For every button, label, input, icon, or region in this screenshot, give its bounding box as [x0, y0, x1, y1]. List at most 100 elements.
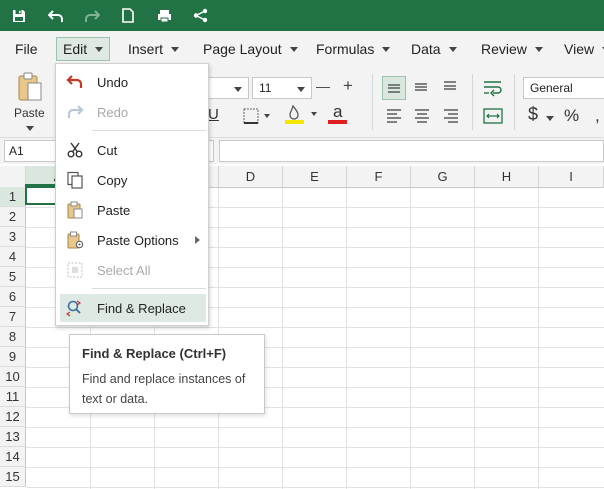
- menu-view[interactable]: View: [558, 37, 604, 61]
- chevron-down-icon[interactable]: [546, 116, 554, 121]
- new-document-icon[interactable]: [110, 0, 146, 31]
- chevron-down-icon: [448, 46, 457, 52]
- scissors-icon: [67, 142, 83, 158]
- menu-data-label: Data: [411, 41, 441, 57]
- copy-icon: [67, 171, 83, 189]
- ribbon-divider: [514, 74, 515, 130]
- select-all-icon: [67, 262, 83, 278]
- column-header-i[interactable]: I: [539, 166, 604, 188]
- row-header-4[interactable]: 4: [0, 247, 26, 267]
- menu-item-paste[interactable]: Paste: [60, 196, 206, 224]
- menu-separator: [92, 130, 206, 131]
- chevron-down-icon: [171, 46, 180, 52]
- grid-line: [26, 327, 604, 328]
- redo-icon: [67, 105, 84, 118]
- percent-button[interactable]: %: [564, 106, 579, 126]
- undo-icon[interactable]: [38, 0, 74, 31]
- grid-line: [26, 487, 604, 488]
- menu-page-layout-label: Page Layout: [203, 41, 282, 57]
- increase-font-button[interactable]: +: [343, 76, 353, 96]
- fill-color-icon: [285, 104, 317, 124]
- chevron-down-icon: [297, 87, 305, 92]
- print-icon[interactable]: [146, 0, 182, 31]
- tooltip-title: Find & Replace (Ctrl+F): [82, 346, 227, 361]
- menu-item-cut[interactable]: Cut: [60, 136, 206, 164]
- font-color-glyph: a: [333, 102, 343, 121]
- menu-item-find-replace[interactable]: Find & Replace: [60, 294, 206, 322]
- menu-item-find-replace-label: Find & Replace: [97, 300, 186, 316]
- column-header-d[interactable]: D: [219, 166, 283, 188]
- grid-line: [410, 188, 411, 489]
- align-left-button[interactable]: [382, 106, 406, 127]
- align-center-button[interactable]: [410, 106, 434, 127]
- tooltip-body: Find and replace instances of text or da…: [82, 372, 246, 406]
- row-header-3[interactable]: 3: [0, 227, 26, 247]
- grid-line: [474, 188, 475, 489]
- column-header-g[interactable]: G: [411, 166, 475, 188]
- menu-insert[interactable]: Insert: [122, 37, 185, 61]
- grid-line: [26, 447, 604, 448]
- align-bottom-button[interactable]: [439, 77, 461, 102]
- menu-item-copy[interactable]: Copy: [60, 166, 206, 194]
- menu-formulas[interactable]: Formulas: [310, 37, 396, 61]
- menu-item-paste-options[interactable]: Paste Options: [60, 226, 206, 254]
- row-header-1[interactable]: 1: [0, 187, 26, 207]
- row-header-9[interactable]: 9: [0, 347, 26, 367]
- menu-review[interactable]: Review: [475, 37, 549, 61]
- menu-separator: [92, 288, 206, 289]
- align-center-icon: [415, 109, 429, 123]
- merge-cells-button[interactable]: [481, 106, 505, 129]
- fill-color-button[interactable]: [285, 104, 321, 129]
- row-header-5[interactable]: 5: [0, 267, 26, 287]
- chevron-right-icon: [195, 236, 200, 244]
- column-header-e[interactable]: E: [283, 166, 347, 188]
- increase-font-glyph: +: [343, 76, 353, 95]
- redo-icon: [74, 0, 110, 31]
- menu-data[interactable]: Data: [405, 37, 463, 61]
- align-left-icon: [387, 109, 401, 123]
- row-header-8[interactable]: 8: [0, 327, 26, 347]
- column-header-f[interactable]: F: [347, 166, 411, 188]
- decrease-font-button[interactable]: —: [316, 78, 330, 94]
- find-replace-tooltip: Find & Replace (Ctrl+F) Find and replace…: [69, 334, 265, 414]
- row-header-10[interactable]: 10: [0, 367, 26, 387]
- chevron-down-icon: [95, 46, 104, 52]
- align-bottom-icon: [444, 81, 456, 90]
- save-icon[interactable]: [12, 0, 38, 31]
- wrap-text-button[interactable]: [481, 77, 505, 102]
- menu-item-undo[interactable]: Undo: [60, 68, 206, 96]
- currency-button[interactable]: $: [528, 104, 538, 125]
- chevron-down-icon: [289, 46, 298, 52]
- select-all-corner[interactable]: [0, 166, 26, 188]
- menu-page-layout[interactable]: Page Layout: [197, 37, 304, 61]
- menu-item-undo-label: Undo: [97, 74, 129, 90]
- row-header-2[interactable]: 2: [0, 207, 26, 227]
- align-top-button[interactable]: [382, 76, 406, 100]
- chevron-down-icon: [534, 46, 543, 52]
- align-right-button[interactable]: [439, 106, 463, 127]
- font-family-select[interactable]: [205, 77, 249, 99]
- borders-button[interactable]: [243, 108, 271, 127]
- menu-item-redo: Redo: [60, 98, 206, 126]
- menu-edit[interactable]: Edit: [56, 37, 111, 61]
- share-icon[interactable]: [182, 0, 218, 31]
- row-header-12[interactable]: 12: [0, 407, 26, 427]
- underline-button[interactable]: U: [208, 106, 219, 123]
- row-header-13[interactable]: 13: [0, 427, 26, 447]
- row-header-15[interactable]: 15: [0, 467, 26, 487]
- borders-icon: [243, 108, 270, 124]
- menu-file[interactable]: File: [9, 37, 44, 61]
- row-header-6[interactable]: 6: [0, 287, 26, 307]
- ribbon-divider: [372, 74, 373, 130]
- row-header-14[interactable]: 14: [0, 447, 26, 467]
- row-header-7[interactable]: 7: [0, 307, 26, 327]
- font-size-select[interactable]: 11: [252, 77, 312, 99]
- comma-style-button[interactable]: ,: [595, 106, 600, 126]
- formula-input[interactable]: [219, 140, 604, 162]
- column-header-h[interactable]: H: [475, 166, 539, 188]
- menu-formulas-label: Formulas: [316, 41, 375, 57]
- number-format-select[interactable]: General: [523, 77, 604, 99]
- row-header-11[interactable]: 11: [0, 387, 26, 407]
- paste-button[interactable]: Paste: [12, 72, 48, 132]
- align-middle-button[interactable]: [410, 77, 432, 102]
